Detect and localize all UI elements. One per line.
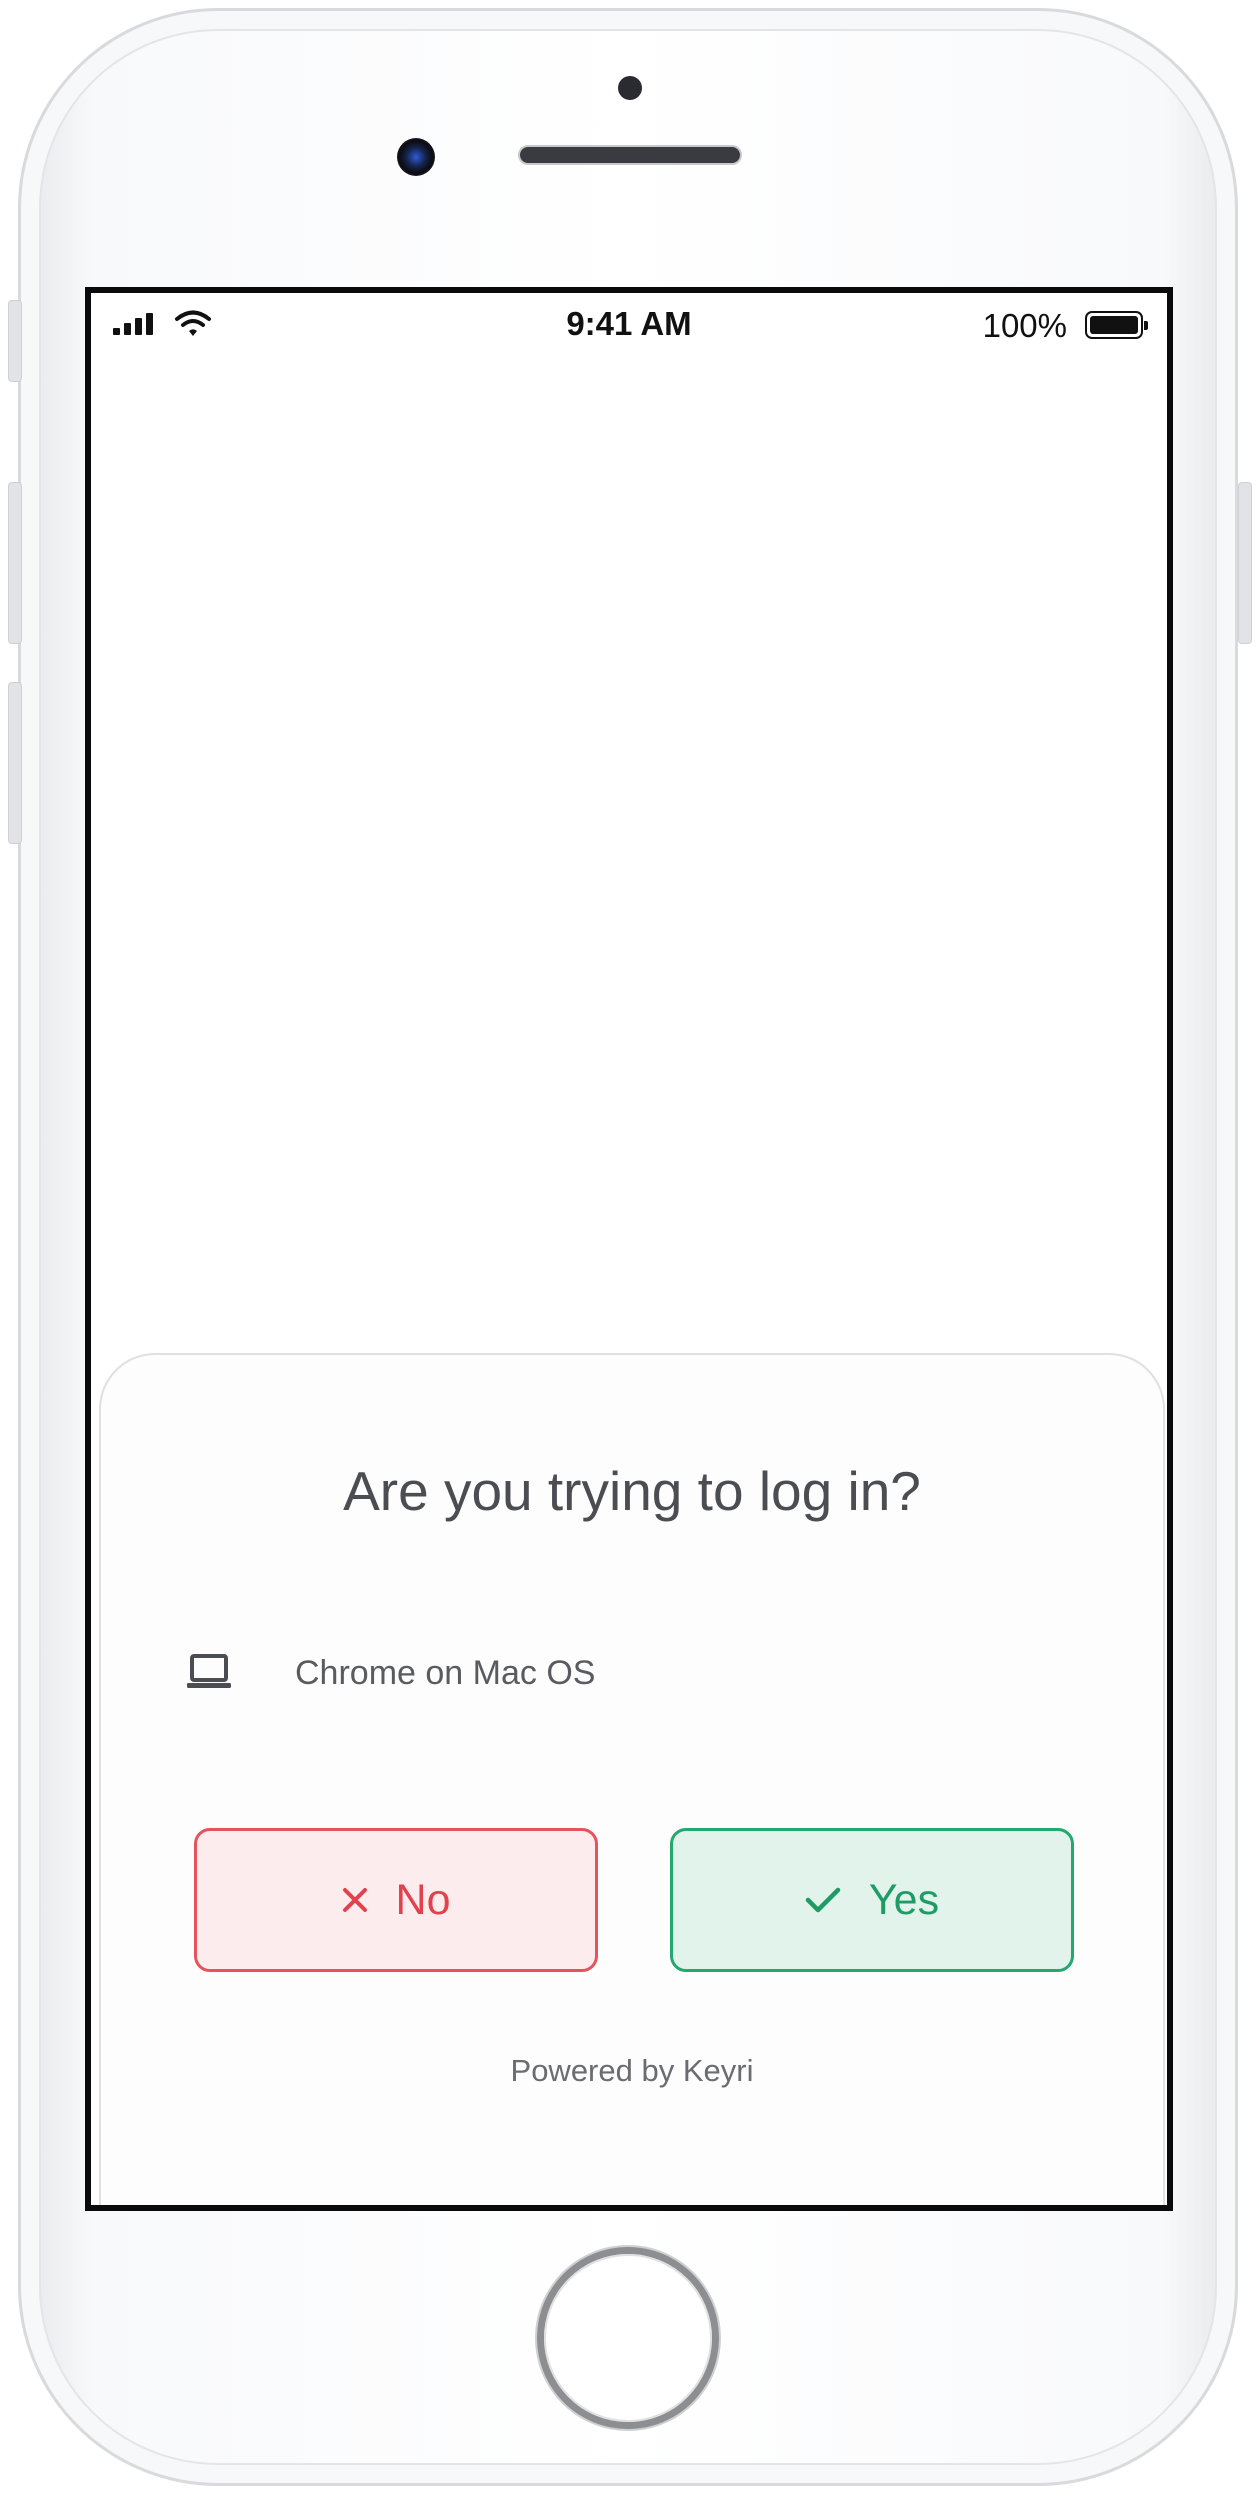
- battery-fill: [1090, 316, 1138, 334]
- phone-screen: 9:41 AM 100% Are you trying to log in? C…: [85, 287, 1173, 2211]
- front-camera: [397, 138, 435, 176]
- battery-percent: 100%: [982, 307, 1067, 344]
- status-bar: 9:41 AM 100%: [91, 293, 1167, 353]
- approve-login-button[interactable]: Yes: [670, 1828, 1074, 1972]
- check-icon: [805, 1887, 841, 1913]
- volume-down-button: [8, 682, 22, 844]
- mute-switch: [8, 300, 22, 382]
- powered-by-footer: Powered by Keyri: [510, 2053, 754, 2088]
- deny-button-label: No: [395, 1875, 451, 1924]
- deny-login-button[interactable]: No: [194, 1828, 598, 1972]
- power-button: [1238, 482, 1252, 644]
- sheet-title: Are you trying to log in?: [343, 1460, 921, 1522]
- close-icon: [342, 1888, 367, 1912]
- laptop-icon: [187, 1654, 231, 1688]
- home-button[interactable]: [544, 2254, 712, 2422]
- volume-up-button: [8, 482, 22, 644]
- device-label: Chrome on Mac OS: [295, 1654, 596, 1692]
- login-confirmation-sheet: Are you trying to log in? Chrome on Mac …: [99, 1353, 1165, 2205]
- proximity-sensor: [618, 76, 642, 100]
- earpiece-speaker: [518, 145, 742, 165]
- battery-icon: [1085, 311, 1148, 339]
- approve-button-label: Yes: [868, 1875, 940, 1924]
